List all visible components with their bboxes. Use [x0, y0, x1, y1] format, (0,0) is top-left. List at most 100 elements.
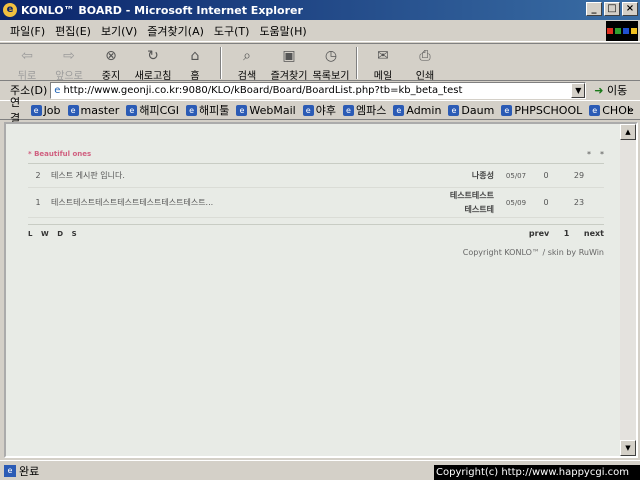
post-number: 1: [35, 198, 41, 207]
go-arrow-icon: ➜: [594, 84, 604, 97]
search-button[interactable]: ⌕ 검색: [226, 46, 268, 82]
refresh-button[interactable]: ↻ 새로고침: [132, 46, 174, 82]
post-writer[interactable]: 테스트테스트 테스트테: [424, 189, 494, 217]
stop-icon: ⊗: [105, 48, 117, 64]
back-arrow-icon: ⇦: [21, 48, 33, 64]
link-item[interactable]: e PHPSCHOOL: [501, 104, 582, 117]
board-title: * Beautiful ones: [28, 150, 92, 158]
history-button[interactable]: ◷ 목록보기: [310, 46, 352, 82]
close-button[interactable]: ×: [622, 2, 638, 16]
link-item[interactable]: e 엠파스: [342, 102, 386, 118]
post-number: 2: [35, 171, 41, 180]
menu-tools[interactable]: 도구(T): [214, 23, 250, 39]
page-icon: e: [589, 104, 601, 116]
stop-button[interactable]: ⊗ 중지: [90, 46, 132, 82]
post-comments: 0: [543, 171, 549, 180]
next-link[interactable]: next: [584, 229, 604, 238]
post-hits: 23: [573, 198, 585, 207]
page-viewport: * Beautiful ones * * 2 테스트 게시판 입니다. 나종성 0…: [4, 122, 638, 458]
window-title: KONLO™ BOARD - Microsoft Internet Explor…: [21, 3, 303, 17]
page-icon: e: [236, 104, 248, 116]
favorites-button[interactable]: ▣ 즐겨찾기: [268, 46, 310, 82]
copyright-overlay: Copyright(c) http://www.happycgi.com: [434, 465, 640, 480]
address-input[interactable]: e http://www.geonji.co.kr:9080/KLO/kBoar…: [50, 81, 587, 99]
pagination: prev 1 next: [517, 229, 604, 238]
table-row: 2 테스트 게시판 입니다. 나종성 05/07 0 29: [28, 164, 604, 188]
vertical-scrollbar[interactable]: ▲ ▼: [620, 124, 636, 456]
post-subject-link[interactable]: 테스트테스트테스트테스트테스트테스트테스트...: [48, 197, 424, 208]
menu-bar: 파일(F) 편집(E) 보기(V) 즐겨찾기(A) 도구(T) 도움말(H): [0, 20, 640, 42]
back-button[interactable]: ⇦ 뒤로: [6, 46, 48, 82]
link-item[interactable]: e Daum: [448, 104, 494, 117]
page-icon: e: [501, 104, 513, 116]
page-icon: e: [448, 104, 460, 116]
write-link[interactable]: W: [41, 230, 49, 238]
favorites-folder-icon: ▣: [282, 48, 296, 64]
menu-view[interactable]: 보기(V): [101, 23, 137, 39]
refresh-icon: ↻: [147, 48, 159, 64]
history-icon: ◷: [324, 48, 338, 64]
page-icon: e: [302, 104, 314, 116]
mail-icon: ✉: [377, 48, 389, 64]
table-row: 1 테스트테스트테스트테스트테스트테스트테스트... 테스트테스트 테스트테 0…: [28, 188, 604, 218]
link-item[interactable]: e 해피CGI: [126, 102, 179, 118]
scroll-down-icon[interactable]: ▼: [620, 440, 636, 456]
menu-file[interactable]: 파일(F): [10, 23, 45, 39]
maximize-button[interactable]: □: [604, 2, 620, 16]
print-button[interactable]: ⎙ 인쇄: [404, 46, 446, 82]
board-header-marks: * *: [587, 150, 604, 159]
menu-favorites[interactable]: 즐겨찾기(A): [147, 23, 204, 39]
post-writer[interactable]: 나종성: [424, 169, 494, 183]
list-link[interactable]: L: [28, 230, 32, 238]
search-link[interactable]: S: [72, 230, 77, 238]
go-button[interactable]: ➜ 이동: [594, 82, 627, 98]
address-dropdown-icon[interactable]: ▼: [571, 82, 586, 98]
post-hits: 29: [573, 171, 585, 180]
page-icon: e: [4, 464, 16, 477]
board-copyright: Copyright KONLO™ / skin by RuWin: [462, 248, 604, 257]
address-url: http://www.geonji.co.kr:9080/KLO/kBoard/…: [63, 84, 463, 96]
forward-button[interactable]: ⇨ 앞으로: [48, 46, 90, 82]
forward-arrow-icon: ⇨: [63, 48, 75, 64]
address-bar: 주소(D) e http://www.geonji.co.kr:9080/KLO…: [0, 81, 640, 99]
toolbar-separator: [356, 47, 358, 79]
printer-icon: ⎙: [419, 48, 431, 64]
page-icon: e: [393, 104, 405, 116]
home-button[interactable]: ⌂ 홈: [174, 46, 216, 82]
home-icon: ⌂: [190, 48, 200, 64]
minimize-button[interactable]: _: [586, 2, 602, 16]
prev-link[interactable]: prev: [529, 229, 549, 238]
mail-button[interactable]: ✉ 메일: [362, 46, 404, 82]
board-action-links: L W D S: [28, 229, 83, 238]
menu-edit[interactable]: 편집(E): [55, 23, 91, 39]
links-bar: 연결 e Job e master e 해피CGI e 해피툴 e WebMail e 야후…: [0, 96, 640, 125]
post-date: 05/09: [505, 198, 527, 207]
title-bar: e KONLO™ BOARD - Microsoft Internet Expl…: [0, 0, 640, 20]
page-link[interactable]: 1: [564, 229, 570, 238]
page-icon: e: [126, 104, 138, 116]
board-list: * Beautiful ones * * 2 테스트 게시판 입니다. 나종성 0…: [28, 150, 604, 257]
scroll-up-icon[interactable]: ▲: [620, 124, 636, 140]
page-icon: e: [67, 104, 79, 116]
delete-link[interactable]: D: [57, 230, 63, 238]
search-icon: ⌕: [243, 48, 251, 64]
link-item[interactable]: e 야후: [302, 102, 336, 118]
window-controls: _ □ ×: [586, 2, 638, 16]
links-more-button[interactable]: »: [627, 103, 634, 116]
link-item[interactable]: e Job: [30, 104, 61, 117]
link-item[interactable]: e WebMail: [236, 104, 296, 117]
link-item[interactable]: e 해피툴: [186, 102, 229, 118]
page-icon: e: [342, 104, 354, 116]
link-item[interactable]: e Admin: [393, 104, 441, 117]
post-subject-link[interactable]: 테스트 게시판 입니다.: [48, 170, 424, 181]
page-icon: e: [186, 104, 198, 116]
board-header: * Beautiful ones * *: [28, 150, 604, 164]
windows-logo-icon: [606, 21, 638, 41]
link-item[interactable]: e master: [67, 104, 119, 117]
standard-toolbar: ⇦ 뒤로 ⇨ 앞으로 ⊗ 중지 ↻ 새로고침 ⌂ 홈 ⌕ 검색 ▣ 즐겨찾기 ◷…: [0, 43, 640, 82]
menu-help[interactable]: 도움말(H): [259, 23, 306, 39]
toolbar-separator: [220, 47, 222, 79]
post-comments: 0: [543, 198, 549, 207]
post-date: 05/07: [505, 171, 527, 180]
page-icon: e: [54, 84, 61, 96]
